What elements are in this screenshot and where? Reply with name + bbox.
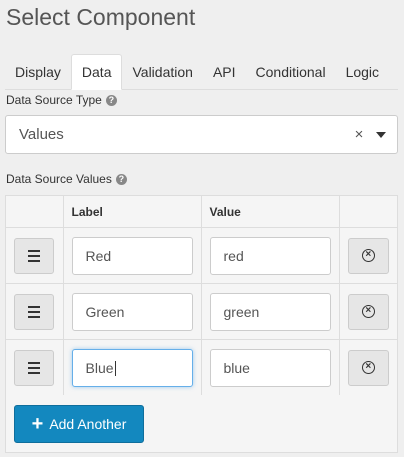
table-row: Red red × (5, 227, 398, 284)
label-input[interactable]: Green (71, 292, 193, 331)
data-source-type-select[interactable]: Values × (5, 115, 398, 154)
tab-conditional[interactable]: Conditional (245, 55, 336, 90)
data-source-values-label: Data Source Values ? (6, 172, 127, 186)
tab-logic[interactable]: Logic (335, 55, 390, 90)
clear-icon[interactable]: × (350, 126, 368, 143)
add-row-area: + Add Another (5, 395, 398, 453)
help-icon[interactable]: ? (105, 94, 117, 106)
caret-down-icon[interactable] (376, 131, 386, 138)
remove-circle-icon: × (361, 249, 375, 262)
column-header-remove (338, 195, 398, 228)
label-input[interactable]: Blue (71, 348, 193, 387)
remove-row-button[interactable]: × (347, 293, 389, 330)
label-input-text: Blue (85, 359, 114, 376)
remove-row-button[interactable]: × (347, 237, 389, 274)
drag-handle-icon[interactable] (14, 237, 55, 274)
table-header-row: Label Value (5, 195, 398, 228)
table-row: Blue blue × (5, 339, 398, 396)
drag-handle-icon[interactable] (14, 349, 55, 386)
column-header-value: Value (200, 195, 340, 228)
value-input[interactable]: red (209, 236, 331, 275)
data-source-values-label-text: Data Source Values (6, 172, 112, 186)
data-source-type-label: Data Source Type ? (6, 93, 117, 107)
help-icon[interactable]: ? (115, 173, 127, 185)
remove-circle-icon: × (361, 305, 375, 318)
data-source-type-label-text: Data Source Type (6, 93, 102, 107)
tab-data[interactable]: Data (70, 54, 123, 90)
tab-bar: Display Data Validation API Conditional … (5, 54, 398, 90)
column-header-label: Label (62, 195, 202, 228)
drag-handle-icon[interactable] (14, 293, 55, 330)
text-cursor (114, 361, 116, 377)
add-another-label: Add Another (49, 416, 127, 432)
remove-circle-icon: × (361, 361, 375, 374)
column-header-handle (5, 195, 64, 228)
add-another-button[interactable]: + Add Another (14, 405, 144, 443)
value-input[interactable]: blue (209, 348, 331, 387)
value-input[interactable]: green (209, 292, 331, 331)
tab-api[interactable]: API (202, 55, 246, 90)
values-table: Label Value Red red × Green green × Blue… (5, 195, 398, 396)
plus-icon: + (31, 413, 44, 435)
select-value: Values (19, 126, 64, 143)
tab-validation[interactable]: Validation (122, 55, 203, 90)
remove-row-button[interactable]: × (347, 349, 389, 386)
page-title: Select Component (6, 4, 196, 30)
tab-display[interactable]: Display (5, 55, 71, 90)
label-input[interactable]: Red (71, 236, 193, 275)
table-row: Green green × (5, 283, 398, 340)
